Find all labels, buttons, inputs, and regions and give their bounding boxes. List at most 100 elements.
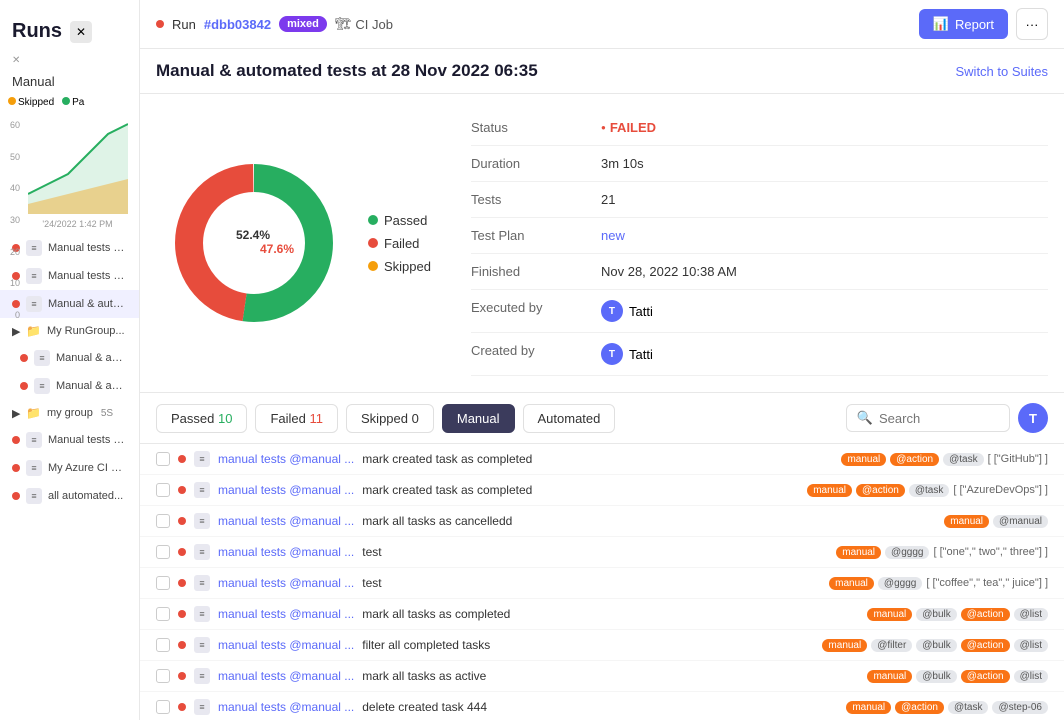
test-suite-name[interactable]: manual tests @manual ... (218, 483, 354, 497)
passed-filter-button[interactable]: Passed 10 (156, 404, 247, 433)
more-button[interactable]: ··· (1016, 8, 1048, 40)
test-case-name: test (362, 576, 821, 590)
sidebar-item-6[interactable]: ▶ 📁 my group 5S (0, 400, 139, 426)
search-box[interactable]: 🔍 (846, 404, 1010, 432)
sidebar-legend: Skipped Pa (0, 95, 139, 110)
sidebar-item-7[interactable]: ≡ Manual tests a... (0, 426, 139, 454)
legend-color-passed (368, 215, 378, 225)
report-button[interactable]: 📊 Report (919, 9, 1008, 39)
test-type-icon: ≡ (194, 513, 210, 529)
mini-chart-svg (28, 114, 128, 214)
test-checkbox[interactable] (156, 669, 170, 683)
test-suite-name[interactable]: manual tests @manual ... (218, 452, 354, 466)
test-suite-name[interactable]: manual tests @manual ... (218, 638, 354, 652)
tag-item: @bulk (916, 608, 957, 621)
test-case-name: mark all tasks as cancelledd (362, 514, 936, 528)
test-checkbox[interactable] (156, 514, 170, 528)
legend-skipped: Skipped (8, 97, 54, 108)
test-checkbox[interactable] (156, 576, 170, 590)
test-icon-0: ≡ (26, 240, 42, 256)
test-tags: manual@bulk@action@list (867, 670, 1048, 683)
manual-filter-button[interactable]: Manual (442, 404, 515, 433)
legend-failed-label: Failed (384, 236, 419, 251)
test-type-icon: ≡ (194, 544, 210, 560)
test-checkbox[interactable] (156, 638, 170, 652)
sidebar-item-2[interactable]: ≡ Manual & auto... (0, 290, 139, 318)
status-label-tests: Tests (471, 192, 601, 207)
test-row: ≡ manual tests @manual ... mark all tasks … (140, 506, 1064, 537)
test-tags: manual@action@task[ ["AzureDevOps"] ] (807, 484, 1048, 497)
test-status-dot (178, 579, 186, 587)
test-suite-name[interactable]: manual tests @manual ... (218, 700, 354, 714)
status-label-testplan: Test Plan (471, 228, 601, 243)
test-icon-8: ≡ (26, 460, 42, 476)
sidebar-item-0[interactable]: ≡ Manual tests a... (0, 234, 139, 262)
sidebar-item-3[interactable]: ▶ 📁 My RunGroup... (0, 318, 139, 344)
test-status-dot (178, 641, 186, 649)
sidebar-item-9[interactable]: ≡ all automated... (0, 482, 139, 510)
run-info: Run #dbb03842 mixed 🏗 CI Job (156, 16, 393, 32)
item-label-5: Manual & auto... (56, 380, 127, 392)
sidebar-item-1[interactable]: ≡ Manual tests @manual ... (0, 262, 139, 290)
tag-item: @task (909, 484, 950, 497)
sidebar-item-8[interactable]: ≡ My Azure CI Ru... (0, 454, 139, 482)
main-content: Run #dbb03842 mixed 🏗 CI Job 📊 Report ··… (140, 0, 1064, 720)
switch-suites-button[interactable]: Switch to Suites (956, 64, 1049, 79)
test-checkbox[interactable] (156, 452, 170, 466)
test-suite-name[interactable]: manual tests @manual ... (218, 514, 354, 528)
page-header: Manual & automated tests at 28 Nov 2022 … (140, 49, 1064, 94)
tag-item: @list (1014, 608, 1048, 621)
esc-label: ✕ (0, 53, 139, 68)
item-dot-5 (20, 382, 28, 390)
chart-icon: 📊 (933, 16, 949, 32)
y-axis: 6050403020100 (0, 120, 20, 320)
sidebar-item-4[interactable]: ≡ Manual & auto... (0, 344, 139, 372)
status-testplan-link[interactable]: new (601, 228, 625, 243)
tag-item: @action (961, 670, 1010, 683)
run-status-dot (156, 20, 164, 28)
tag-item: manual (836, 546, 881, 559)
legend-color-failed (368, 238, 378, 248)
test-suite-name[interactable]: manual tests @manual ... (218, 607, 354, 621)
test-status-dot (178, 517, 186, 525)
search-input[interactable] (879, 411, 999, 426)
test-suite-name[interactable]: manual tests @manual ... (218, 669, 354, 683)
test-case-name: delete created task 444 (362, 700, 838, 714)
automated-filter-button[interactable]: Automated (523, 404, 616, 433)
sidebar-item-5[interactable]: ≡ Manual & auto... (0, 372, 139, 400)
tag-item: manual (841, 453, 886, 466)
folder-icon-3: 📁 (26, 324, 41, 338)
test-checkbox[interactable] (156, 607, 170, 621)
tag-item: manual (846, 701, 891, 714)
test-icon-9: ≡ (26, 488, 42, 504)
page-title: Manual & automated tests at 28 Nov 2022 … (156, 61, 538, 81)
test-icon-5: ≡ (34, 378, 50, 394)
item-dot-9 (12, 492, 20, 500)
test-checkbox[interactable] (156, 700, 170, 714)
run-label: Run (172, 17, 196, 32)
legend-failed: Failed (368, 236, 431, 251)
test-status-dot (178, 703, 186, 711)
test-row: ≡manual tests @manual ...testmanual@gggg… (140, 537, 1064, 568)
test-checkbox[interactable] (156, 483, 170, 497)
skipped-filter-button[interactable]: Skipped 0 (346, 404, 434, 433)
close-button[interactable]: ✕ (70, 21, 92, 43)
folder-icon-6: 📁 (26, 406, 41, 420)
test-suite-name[interactable]: manual tests @manual ... (218, 576, 354, 590)
test-tags: manual@action@task[ ["GitHub"] ] (841, 453, 1048, 466)
filter-bar: Passed 10 Failed 11 Skipped 0 Manual Aut… (140, 393, 1064, 444)
tag-array: [ ["AzureDevOps"] ] (953, 484, 1048, 496)
test-list: ≡manual tests @manual ...mark created ta… (140, 444, 1064, 720)
tag-item: @action (895, 701, 944, 714)
run-id[interactable]: #dbb03842 (204, 17, 271, 32)
legend-skipped-label: Skipped (384, 259, 431, 274)
failed-filter-button[interactable]: Failed 11 (255, 404, 338, 433)
test-status-dot (178, 548, 186, 556)
item-dot-7 (12, 436, 20, 444)
test-checkbox[interactable] (156, 545, 170, 559)
legend-passed: Passed (368, 213, 431, 228)
user-avatar[interactable]: T (1018, 403, 1048, 433)
item-label-1: Manual tests @manual ... (48, 270, 127, 282)
sidebar-manual-label: Manual (0, 68, 139, 95)
test-suite-name[interactable]: manual tests @manual ... (218, 545, 354, 559)
